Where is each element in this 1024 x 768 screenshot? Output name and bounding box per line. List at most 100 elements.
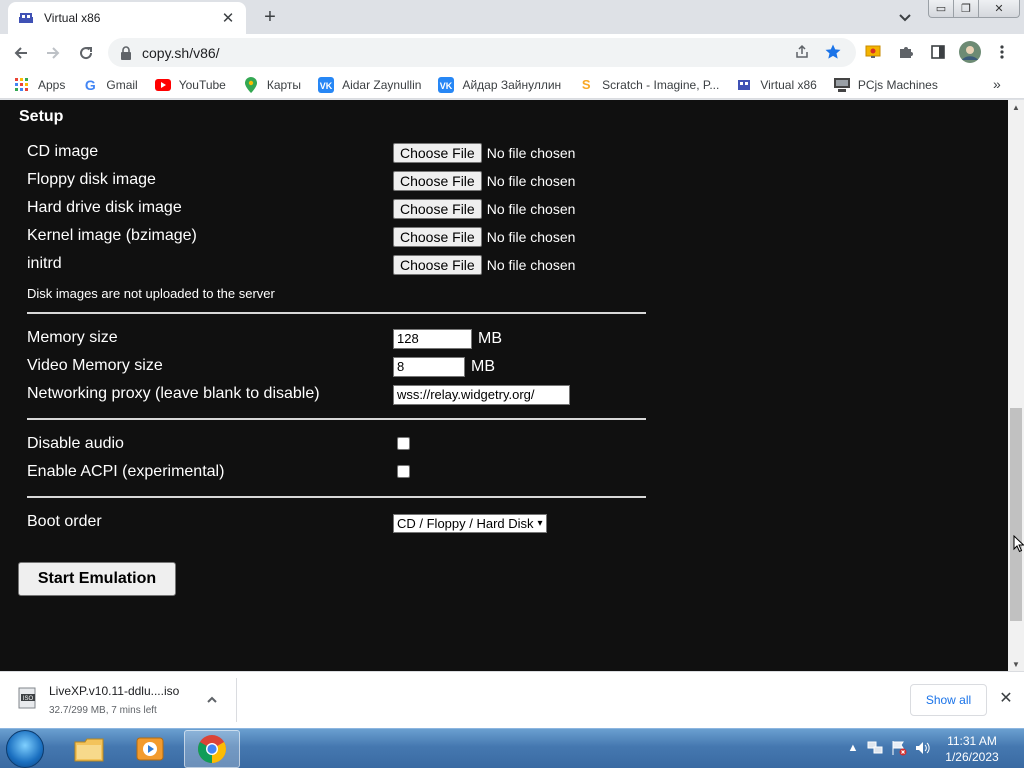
cd-image-status: No file chosen (486, 145, 576, 161)
apps-grid-icon (14, 77, 30, 93)
start-emulation-button[interactable]: Start Emulation (18, 562, 176, 596)
cd-image-label: CD image (27, 143, 99, 160)
chrome-menu-icon[interactable] (992, 42, 1012, 62)
v86-favicon-icon (19, 13, 33, 23)
bookmark-apps[interactable]: Apps (14, 77, 65, 93)
reload-icon[interactable] (74, 41, 98, 65)
floppy-image-label: Floppy disk image (27, 171, 156, 188)
tray-flag-alert-icon[interactable] (890, 739, 908, 757)
bookmark-label: Apps (38, 77, 66, 92)
maps-pin-icon (243, 76, 259, 93)
bookmark-vk-aidar[interactable]: VK Aidar Zaynullin (318, 76, 422, 93)
extensions-puzzle-icon[interactable] (896, 42, 916, 62)
system-clock[interactable]: 11:31 AM 1/26/2023 (930, 733, 1014, 765)
kernel-image-file-input: Choose File No file chosen (393, 227, 575, 247)
taskbar-media-player-icon[interactable] (122, 730, 178, 768)
share-icon[interactable] (792, 42, 812, 62)
profile-avatar[interactable] (959, 41, 981, 63)
memory-size-label: Memory size (27, 329, 118, 346)
setup-heading: Setup (19, 108, 64, 125)
iso-file-icon[interactable]: ISO (16, 686, 40, 710)
bookmark-pcjs[interactable]: PCjs Machines (833, 77, 938, 93)
google-icon: G (84, 76, 96, 93)
tab-strip: Virtual x86 ✕ + ▭ ❐ ✕ (0, 0, 1024, 34)
bookmark-vk-aidar-ru[interactable]: VK Айдар Зайнуллин (438, 76, 561, 93)
clock-date: 1/26/2023 (945, 750, 999, 764)
bookmark-label: YouTube (178, 77, 226, 92)
bookmark-label: PCjs Machines (857, 77, 938, 92)
initrd-status: No file chosen (486, 257, 576, 273)
video-memory-control: 8 MB (393, 357, 495, 377)
boot-order-value: CD / Floppy / Hard Disk (397, 516, 534, 531)
bookmark-gmail[interactable]: G Gmail (82, 76, 138, 93)
hard-drive-image-status: No file chosen (486, 201, 576, 217)
kernel-image-choose-button[interactable]: Choose File (393, 227, 482, 247)
bookmarks-overflow-icon[interactable]: » (993, 76, 1001, 92)
new-tab-button[interactable]: + (258, 6, 282, 28)
disable-audio-checkbox[interactable] (397, 437, 410, 450)
boot-order-select[interactable]: CD / Floppy / Hard Disk ▾ (393, 514, 547, 533)
scroll-down-icon[interactable]: ▼ (1008, 657, 1024, 671)
svg-text:VK: VK (440, 81, 453, 91)
hard-drive-image-label: Hard drive disk image (27, 199, 182, 216)
bookmark-scratch[interactable]: S Scratch - Imagine, P... (578, 77, 720, 93)
initrd-label: initrd (27, 255, 62, 272)
address-bar[interactable]: copy.sh/v86/ (108, 38, 856, 67)
network-proxy-label: Networking proxy (leave blank to disable… (27, 385, 320, 402)
bookmark-maps[interactable]: Карты (243, 76, 302, 93)
divider (27, 418, 646, 420)
cd-image-choose-button[interactable]: Choose File (393, 143, 482, 163)
bookmark-label: Virtual x86 (760, 77, 817, 92)
floppy-image-choose-button[interactable]: Choose File (393, 171, 482, 191)
kernel-image-status: No file chosen (486, 229, 576, 245)
taskbar-explorer-icon[interactable] (61, 730, 117, 768)
extension-monitor-icon[interactable] (863, 42, 883, 62)
bookmark-virtual-x86[interactable]: Virtual x86 (736, 77, 817, 93)
tray-network-icon[interactable] (866, 739, 884, 757)
taskbar-chrome-icon[interactable] (184, 730, 240, 768)
hard-drive-image-choose-button[interactable]: Choose File (393, 199, 482, 219)
network-proxy-input[interactable]: wss://relay.widgetry.org/ (393, 385, 570, 405)
browser-toolbar: copy.sh/v86/ (0, 34, 1024, 71)
lock-icon[interactable] (120, 45, 132, 60)
back-icon[interactable] (9, 41, 33, 65)
window-minimize-button[interactable]: ▭ (928, 0, 954, 18)
side-panel-icon[interactable] (928, 42, 948, 62)
tab-title: Virtual x86 (44, 11, 101, 25)
bookmark-star-icon[interactable] (823, 42, 843, 62)
bookmark-label: Карты (266, 77, 302, 92)
v86-setup-page: Setup CD image Choose File No file chose… (0, 100, 1008, 671)
video-memory-input[interactable]: 8 (393, 357, 465, 377)
tab-virtual-x86[interactable]: Virtual x86 ✕ (8, 2, 246, 34)
floppy-image-status: No file chosen (486, 173, 576, 189)
tray-expand-icon[interactable]: ▲ (844, 739, 862, 757)
network-proxy-control: wss://relay.widgetry.org/ (393, 385, 570, 405)
svg-text:ISO: ISO (23, 696, 34, 702)
youtube-icon (154, 77, 171, 93)
memory-size-input[interactable]: 128 (393, 329, 472, 349)
window-restore-button[interactable]: ❐ (953, 0, 979, 18)
bookmark-label: Gmail (106, 77, 138, 92)
bookmark-label: Aidar Zaynullin (342, 77, 422, 92)
download-file-name[interactable]: LiveXP.v10.11-ddlu....iso (49, 684, 179, 698)
page-scrollbar[interactable]: ▲ ▼ (1008, 100, 1024, 671)
scroll-up-icon[interactable]: ▲ (1008, 100, 1024, 114)
close-download-shelf-icon[interactable]: ✕ (997, 689, 1015, 707)
enable-acpi-checkbox[interactable] (397, 465, 410, 478)
show-all-downloads-button[interactable]: Show all (910, 684, 987, 716)
chevron-up-icon[interactable] (204, 692, 220, 708)
enable-acpi-control (397, 465, 410, 478)
enable-acpi-label: Enable ACPI (experimental) (27, 463, 225, 480)
divider (236, 678, 237, 722)
tab-close-icon[interactable]: ✕ (220, 10, 236, 27)
v86-icon (736, 77, 752, 93)
svg-text:VK: VK (320, 81, 333, 91)
scroll-thumb[interactable] (1010, 408, 1022, 621)
bookmark-youtube[interactable]: YouTube (154, 77, 226, 93)
windows-start-button[interactable] (6, 730, 44, 768)
tab-search-chevron-icon[interactable] (896, 8, 914, 26)
initrd-choose-button[interactable]: Choose File (393, 255, 482, 275)
window-close-button[interactable]: ✕ (978, 0, 1020, 18)
memory-size-control: 128 MB (393, 329, 502, 349)
forward-icon[interactable] (41, 41, 65, 65)
